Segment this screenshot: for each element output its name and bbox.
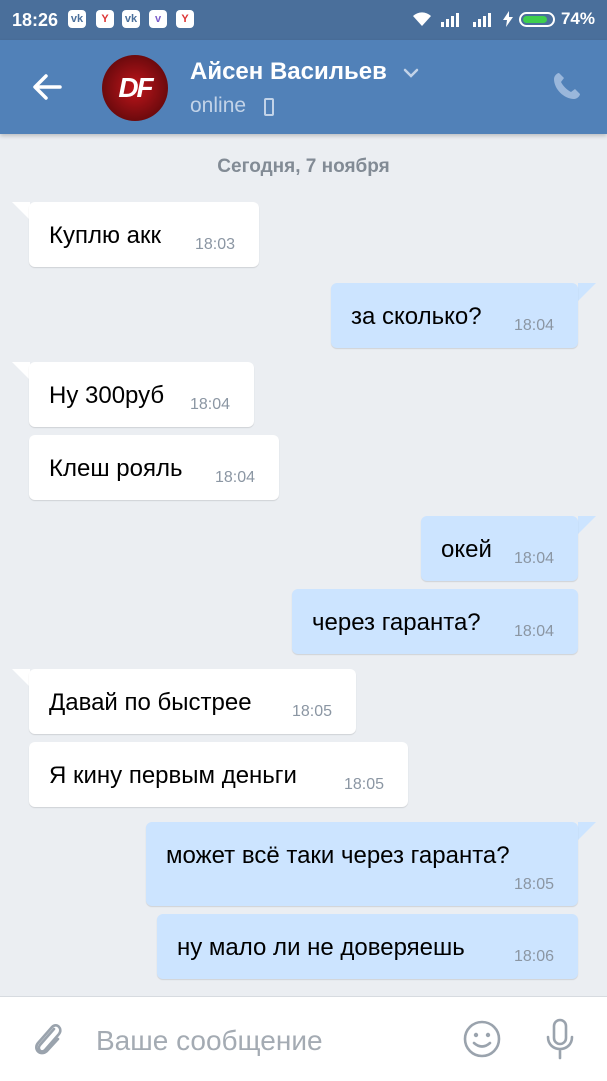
message-text: Я кину первым деньги <box>49 762 297 789</box>
message-incoming[interactable]: Я кину первым деньги 18:05 <box>29 742 408 807</box>
bubble-tail <box>578 516 596 534</box>
yandex-notification-icon: Y <box>176 10 194 28</box>
message-text: Ну 300руб <box>49 382 165 409</box>
message-text: окей <box>441 536 492 563</box>
message-time: 18:05 <box>344 776 385 793</box>
battery-percent: 74% <box>560 9 595 28</box>
emoji-smile-icon[interactable] <box>462 1019 502 1059</box>
wifi-icon <box>412 12 431 26</box>
message-text: Клеш рояль <box>49 455 183 482</box>
chat-header: DF Айсен Васильев online <box>0 40 607 134</box>
status-bar: 18:26 vk Y vk v Y 74% <box>0 0 607 40</box>
message-time: 18:04 <box>514 317 555 334</box>
message-outgoing[interactable]: может всё таки через гаранта? 18:05 <box>146 822 578 906</box>
message-time: 18:04 <box>215 469 256 486</box>
bubble-tail <box>578 283 596 301</box>
message-time: 18:03 <box>195 236 236 253</box>
message-time: 18:05 <box>514 876 555 893</box>
signal-icon <box>472 13 491 27</box>
microphone-icon[interactable] <box>540 1017 580 1061</box>
message-incoming[interactable]: Ну 300руб 18:04 <box>29 362 254 427</box>
message-text: через гаранта? <box>312 609 481 636</box>
contact-name[interactable]: Айсен Васильев <box>190 58 387 86</box>
back-arrow-icon[interactable] <box>30 70 64 104</box>
message-time: 18:04 <box>514 550 555 567</box>
viber-notification-icon: v <box>149 10 167 28</box>
message-input[interactable]: Ваше сообщение <box>96 1025 323 1057</box>
battery-icon <box>518 11 555 27</box>
message-time: 18:06 <box>514 948 555 965</box>
message-incoming[interactable]: Давай по быстрее 18:05 <box>29 669 356 734</box>
message-time: 18:04 <box>514 623 555 640</box>
contact-status: online <box>190 94 247 117</box>
message-text: Давай по быстрее <box>49 689 252 716</box>
message-text: может всё таки через гаранта? <box>166 842 510 869</box>
chevron-down-icon[interactable] <box>402 66 420 80</box>
vk-notification-icon: vk <box>68 10 86 28</box>
signal-icon <box>440 13 459 27</box>
vk-notification-icon: vk <box>122 10 140 28</box>
mobile-device-icon <box>264 98 274 116</box>
status-right: 74% <box>411 9 595 29</box>
message-text: за сколько? <box>351 303 482 330</box>
message-outgoing[interactable]: за сколько? 18:04 <box>331 283 578 348</box>
message-composer: Ваше сообщение <box>0 996 607 1081</box>
date-separator: Сегодня, 7 ноября <box>217 156 390 177</box>
phone-call-icon[interactable] <box>551 70 583 102</box>
message-text: ну мало ли не доверяешь <box>177 934 465 961</box>
bubble-tail <box>12 669 30 687</box>
avatar[interactable]: DF <box>102 55 168 121</box>
message-time: 18:04 <box>190 396 231 413</box>
bubble-tail <box>12 202 30 220</box>
bubble-tail <box>12 362 30 380</box>
bubble-tail <box>578 822 596 840</box>
message-time: 18:05 <box>292 703 333 720</box>
message-outgoing[interactable]: ну мало ли не доверяешь 18:06 <box>157 914 578 979</box>
yandex-notification-icon: Y <box>96 10 114 28</box>
message-text: Куплю акк <box>49 222 161 249</box>
message-outgoing[interactable]: окей 18:04 <box>421 516 578 581</box>
message-incoming[interactable]: Куплю акк 18:03 <box>29 202 259 267</box>
charging-icon <box>502 11 513 27</box>
message-incoming[interactable]: Клеш рояль 18:04 <box>29 435 279 500</box>
status-time: 18:26 <box>12 10 59 30</box>
message-outgoing[interactable]: через гаранта? 18:04 <box>292 589 578 654</box>
attach-paperclip-icon[interactable] <box>30 1019 66 1059</box>
